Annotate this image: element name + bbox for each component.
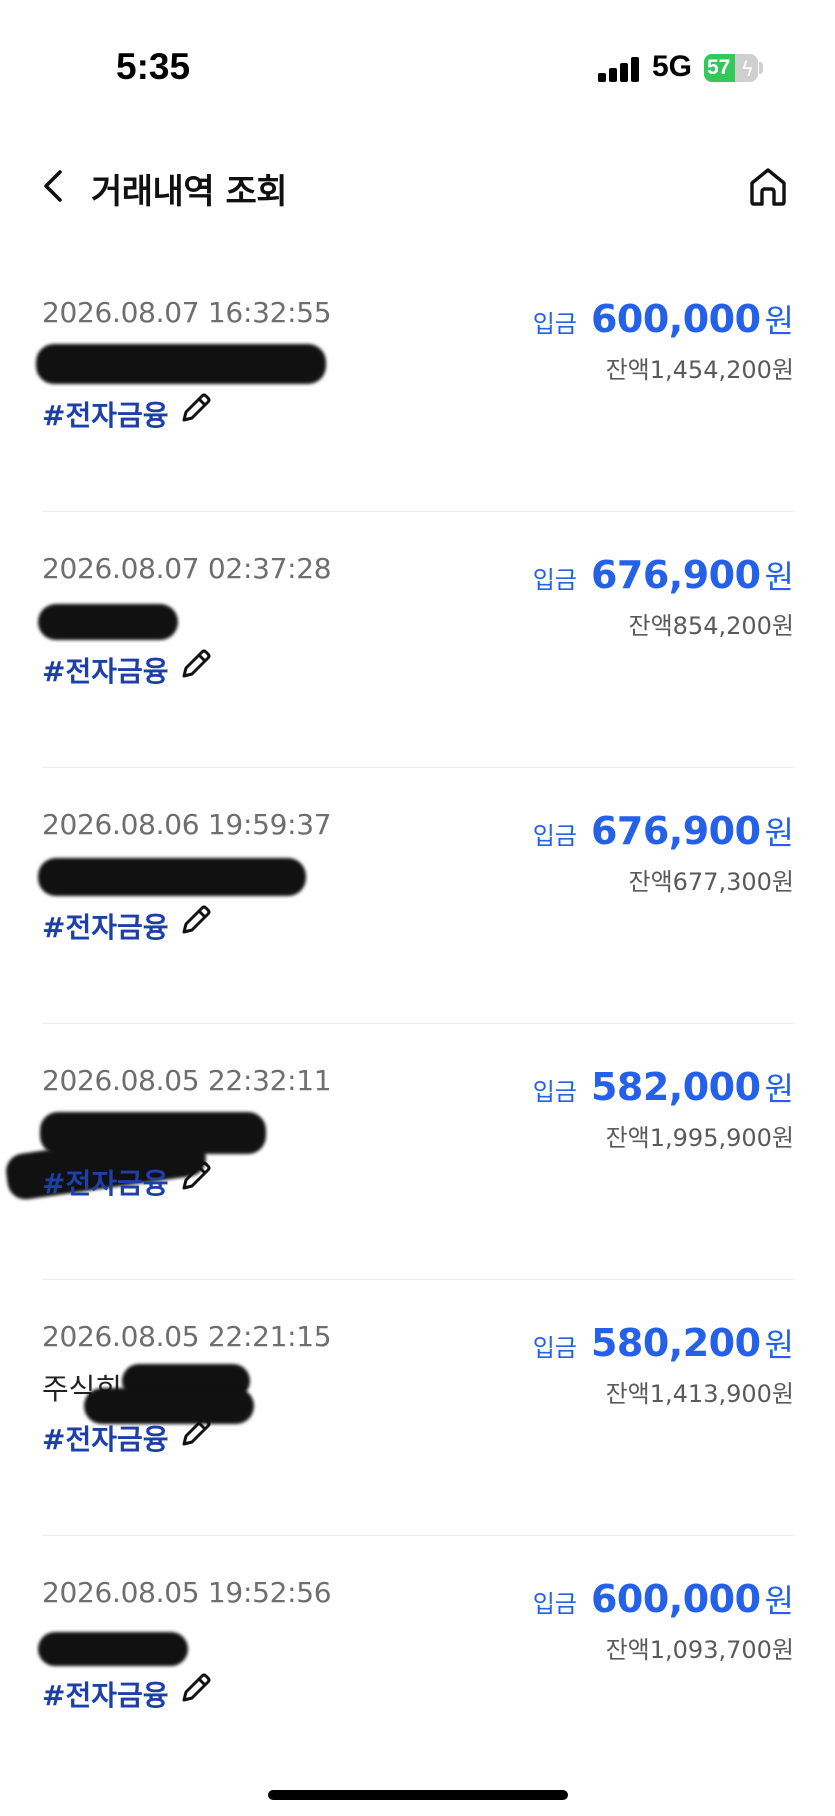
redaction-mark: [36, 344, 326, 384]
balance-line: 잔액1,093,700원: [533, 1630, 794, 1665]
transaction-type: 입금: [532, 566, 577, 594]
transaction-datetime: 2026.08.05 19:52:56: [42, 1576, 332, 1609]
transaction-tag: #전자금융: [42, 1167, 169, 1200]
chevron-left-icon: [44, 170, 62, 202]
balance-line: 잔액677,300원: [533, 862, 794, 897]
battery-cap: [759, 62, 763, 74]
pencil-icon: [182, 393, 211, 422]
transaction-item[interactable]: 2026.08.07 16:32:55 #전자금융 입금 600,000 원 잔…: [36, 256, 794, 512]
edit-tag-button[interactable]: [178, 902, 214, 938]
pencil-icon: [182, 905, 211, 934]
page-title: 거래내역 조회: [91, 172, 288, 212]
transaction-item[interactable]: 2026.08.07 02:37:28 #전자금융 입금 676,900 원 잔…: [38, 512, 794, 768]
currency-unit: 원: [764, 302, 794, 340]
transaction-amount: 580,200: [590, 1321, 761, 1365]
transaction-amount-block: 입금 582,000 원 잔액1,995,900원: [533, 1064, 794, 1153]
balance-unit: 원: [771, 356, 794, 384]
currency-unit: 원: [764, 1070, 794, 1108]
edit-tag-button[interactable]: [178, 1158, 214, 1194]
transaction-amount: 600,000: [590, 1577, 761, 1621]
status-time: 5:35: [116, 46, 191, 87]
transaction-type: 입금: [532, 1590, 577, 1618]
balance-value: 1,454,200: [649, 356, 772, 384]
transaction-datetime: 2026.08.07 16:32:55: [42, 296, 332, 329]
transaction-history-screen: 5:35 5G 57 ϟ 거래내역 조회 2026.08.07 16:32:55…: [0, 0, 835, 1816]
network-type: 5G: [652, 50, 693, 83]
balance-value: 854,200: [672, 612, 772, 640]
transaction-amount-block: 입금 580,200 원 잔액1,413,900원: [533, 1320, 794, 1409]
transaction-type: 입금: [532, 1078, 577, 1106]
transaction-amount-block: 입금 676,900 원 잔액854,200원: [533, 552, 794, 641]
transaction-type: 입금: [532, 310, 577, 338]
currency-unit: 원: [764, 558, 794, 596]
balance-value: 1,093,700: [649, 1636, 772, 1664]
currency-unit: 원: [764, 814, 794, 852]
balance-label: 잔액: [628, 868, 673, 896]
page-header: 거래내역 조회: [0, 150, 835, 222]
transaction-tag: #전자금융: [42, 1423, 169, 1456]
pencil-icon: [182, 1417, 211, 1446]
balance-unit: 원: [771, 1636, 794, 1664]
balance-value: 677,300: [672, 868, 772, 896]
balance-line: 잔액1,995,900원: [533, 1118, 794, 1153]
balance-line: 잔액1,413,900원: [533, 1374, 794, 1409]
transaction-tag: #전자금융: [42, 655, 169, 688]
balance-unit: 원: [771, 1124, 794, 1152]
transaction-item[interactable]: 2026.08.06 19:59:37 #전자금융 입금 676,900 원 잔…: [38, 768, 794, 1024]
balance-label: 잔액: [605, 356, 650, 384]
balance-unit: 원: [771, 868, 794, 896]
balance-unit: 원: [771, 612, 794, 640]
transaction-amount: 582,000: [590, 1065, 761, 1109]
battery-icon: 57 ϟ: [704, 54, 758, 82]
pencil-icon: [182, 649, 211, 678]
currency-unit: 원: [764, 1326, 794, 1364]
pencil-icon: [182, 1161, 211, 1190]
balance-label: 잔액: [605, 1636, 650, 1664]
transaction-datetime: 2026.08.05 22:21:15: [42, 1320, 332, 1353]
transaction-datetime: 2026.08.06 19:59:37: [42, 808, 332, 841]
back-button[interactable]: [34, 162, 74, 210]
transaction-item[interactable]: 2026.08.05 19:52:56 #전자금융 입금 600,000 원 잔…: [38, 1536, 794, 1792]
cellular-signal-icon: [598, 56, 640, 82]
edit-tag-button[interactable]: [178, 646, 214, 682]
balance-line: 잔액854,200원: [533, 606, 794, 641]
transaction-tag: #전자금융: [42, 1679, 169, 1712]
status-bar: 5:35 5G 57 ϟ: [0, 0, 835, 130]
charging-bolt-icon: ϟ: [740, 57, 754, 81]
transaction-list: 2026.08.07 16:32:55 #전자금융 입금 600,000 원 잔…: [3, 256, 794, 1792]
transaction-tag: #전자금융: [42, 399, 169, 432]
balance-label: 잔액: [605, 1124, 650, 1152]
edit-tag-button[interactable]: [178, 1670, 214, 1706]
transaction-item[interactable]: 2026.08.05 22:21:15 주식회 #전자금융 입금 580,200…: [42, 1280, 794, 1536]
balance-line: 잔액1,454,200원: [533, 350, 794, 385]
transaction-amount-block: 입금 600,000 원 잔액1,454,200원: [533, 296, 794, 385]
transaction-amount-block: 입금 676,900 원 잔액677,300원: [533, 808, 794, 897]
transaction-type: 입금: [532, 1334, 577, 1362]
transaction-type: 입금: [532, 822, 577, 850]
transaction-amount-block: 입금 600,000 원 잔액1,093,700원: [533, 1576, 794, 1665]
transaction-tag: #전자금융: [42, 911, 169, 944]
transaction-amount: 676,900: [590, 553, 761, 597]
battery-percent: 57: [707, 56, 731, 79]
redaction-mark: [38, 604, 178, 640]
balance-unit: 원: [771, 1380, 794, 1408]
redaction-mark: [38, 858, 306, 896]
transaction-amount: 676,900: [590, 809, 761, 853]
balance-value: 1,413,900: [649, 1380, 772, 1408]
home-indicator[interactable]: [268, 1790, 568, 1800]
edit-tag-button[interactable]: [178, 1414, 214, 1450]
home-button[interactable]: [744, 162, 792, 210]
home-icon: [750, 168, 786, 206]
transaction-datetime: 2026.08.07 02:37:28: [42, 552, 332, 585]
transaction-amount: 600,000: [590, 297, 761, 341]
pencil-icon: [182, 1673, 211, 1702]
redaction-mark: [38, 1632, 188, 1666]
edit-tag-button[interactable]: [178, 390, 214, 426]
balance-label: 잔액: [605, 1380, 650, 1408]
transaction-datetime: 2026.08.05 22:32:11: [42, 1064, 332, 1097]
balance-label: 잔액: [628, 612, 673, 640]
transaction-item[interactable]: 2026.08.05 22:32:11 #전자금융 입금 582,000 원 잔…: [3, 1024, 794, 1280]
currency-unit: 원: [764, 1582, 794, 1620]
balance-value: 1,995,900: [649, 1124, 772, 1152]
